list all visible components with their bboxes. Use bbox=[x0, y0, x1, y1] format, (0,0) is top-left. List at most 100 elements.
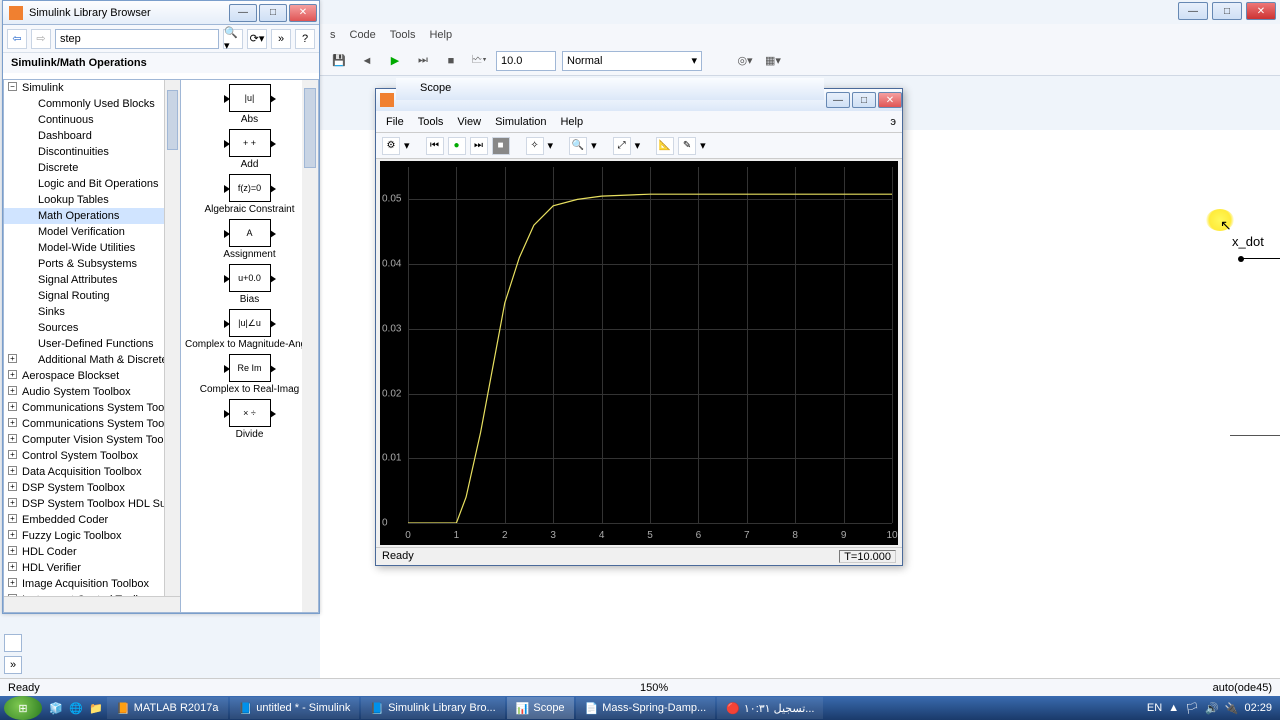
lib-title-bar[interactable]: Simulink Library Browser — □ ✕ bbox=[3, 1, 319, 25]
tray-icon[interactable]: 🔌 bbox=[1225, 702, 1239, 715]
close-button[interactable]: ✕ bbox=[289, 4, 317, 22]
system-tray[interactable]: EN ▲ 🏳 🔊 🔌 02:29 bbox=[1147, 702, 1280, 715]
close-button[interactable]: ✕ bbox=[878, 92, 902, 108]
forward-button[interactable]: ⇨ bbox=[31, 29, 51, 49]
menu-item[interactable]: s bbox=[330, 29, 336, 41]
lib-blocks-pane[interactable]: |u|Abs+ +Addf(z)=0Algebraic ConstraintAA… bbox=[181, 79, 319, 613]
minimize-button[interactable]: — bbox=[826, 92, 850, 108]
tree-item[interactable]: −Simulink bbox=[4, 80, 180, 96]
library-block[interactable]: Re ImComplex to Real-Imag bbox=[181, 354, 318, 395]
start-button[interactable]: ⊞ bbox=[4, 696, 42, 720]
pinned-icon[interactable]: 📁 bbox=[86, 698, 106, 718]
tree-item[interactable]: Dashboard bbox=[4, 128, 180, 144]
step-back-icon[interactable]: ⏮ bbox=[426, 137, 444, 155]
tree-item[interactable]: Sinks bbox=[4, 304, 180, 320]
refresh-icon[interactable]: ⟳▾ bbox=[247, 29, 267, 49]
settings-icon[interactable]: ⚙ bbox=[382, 137, 400, 155]
tray-icon[interactable]: 🏳 bbox=[1185, 702, 1199, 715]
run-icon[interactable]: ● bbox=[448, 137, 466, 155]
more-icon[interactable]: » bbox=[271, 29, 291, 49]
taskbar-item[interactable]: 📘untitled * - Simulink bbox=[230, 697, 360, 719]
save-icon[interactable]: 💾 bbox=[328, 50, 350, 72]
tree-item[interactable]: Signal Routing bbox=[4, 288, 180, 304]
taskbar-item[interactable]: 📘Simulink Library Bro... bbox=[361, 697, 504, 719]
pinned-icon[interactable]: 🧊 bbox=[46, 698, 66, 718]
tree-item[interactable]: +Aerospace Blockset bbox=[4, 368, 180, 384]
tree-item[interactable]: +Fuzzy Logic Toolbox bbox=[4, 528, 180, 544]
minimize-button[interactable]: — bbox=[229, 4, 257, 22]
search-input[interactable] bbox=[55, 29, 219, 49]
panel-icon[interactable] bbox=[4, 634, 22, 652]
tree-item[interactable]: Discontinuities bbox=[4, 144, 180, 160]
tree-item[interactable]: +HDL Coder bbox=[4, 544, 180, 560]
h-scrollbar[interactable] bbox=[4, 596, 180, 612]
library-block[interactable]: |u|∠uComplex to Magnitude-Angle bbox=[181, 309, 318, 350]
chevron-icon[interactable]: э bbox=[890, 116, 896, 128]
menu-item[interactable]: File bbox=[386, 116, 404, 128]
tree-item[interactable]: Ports & Subsystems bbox=[4, 256, 180, 272]
highlight-icon[interactable]: ✧ bbox=[526, 137, 544, 155]
scope-title-bar[interactable]: Scope — □ ✕ bbox=[376, 89, 902, 111]
autoscale-icon[interactable]: ⤢ bbox=[613, 137, 631, 155]
tree-item[interactable]: Sources bbox=[4, 320, 180, 336]
taskbar-item[interactable]: 📊Scope bbox=[507, 697, 574, 719]
stop-icon[interactable]: ■ bbox=[440, 50, 462, 72]
search-button[interactable]: 🔍▾ bbox=[223, 29, 243, 49]
menu-item[interactable]: Help bbox=[429, 29, 452, 41]
minimize-button[interactable]: — bbox=[1178, 2, 1208, 20]
taskbar-item[interactable]: 📄Mass-Spring-Damp... bbox=[576, 697, 716, 719]
help-icon[interactable]: ? bbox=[295, 29, 315, 49]
step-fwd-icon[interactable]: ⏭ bbox=[412, 50, 434, 72]
tree-item[interactable]: Signal Attributes bbox=[4, 272, 180, 288]
tree-item[interactable]: User-Defined Functions bbox=[4, 336, 180, 352]
library-block[interactable]: × ÷Divide bbox=[181, 399, 318, 440]
back-icon[interactable]: ◄ bbox=[356, 50, 378, 72]
tree-item[interactable]: Discrete bbox=[4, 160, 180, 176]
menu-item[interactable]: Tools bbox=[418, 116, 444, 128]
tree-item[interactable]: +Audio System Toolbox bbox=[4, 384, 180, 400]
library-block[interactable]: f(z)=0Algebraic Constraint bbox=[181, 174, 318, 215]
pinned-icon[interactable]: 🌐 bbox=[66, 698, 86, 718]
taskbar-item[interactable]: 📙MATLAB R2017a bbox=[107, 697, 228, 719]
tree-item[interactable]: +Communications System Toolb bbox=[4, 416, 180, 432]
tree-item[interactable]: +Embedded Coder bbox=[4, 512, 180, 528]
target-icon[interactable]: ◎▾ bbox=[734, 50, 756, 72]
stop-time-field[interactable] bbox=[496, 51, 556, 71]
tree-item[interactable]: Logic and Bit Operations bbox=[4, 176, 180, 192]
library-block[interactable]: |u|Abs bbox=[181, 84, 318, 125]
tree-item[interactable]: +Control System Toolbox bbox=[4, 448, 180, 464]
menu-item[interactable]: Tools bbox=[390, 29, 416, 41]
maximize-button[interactable]: □ bbox=[259, 4, 287, 22]
scrollbar[interactable] bbox=[302, 80, 318, 612]
maximize-button[interactable]: □ bbox=[1212, 2, 1242, 20]
taskbar-item[interactable]: 🔴تسجيل ١٠:٣١... bbox=[717, 697, 823, 719]
dropdown-icon[interactable]: 🗠▾ bbox=[468, 50, 490, 72]
tree-item[interactable]: Lookup Tables bbox=[4, 192, 180, 208]
tree-item[interactable]: +DSP System Toolbox bbox=[4, 480, 180, 496]
simulation-mode-select[interactable]: Normal▾ bbox=[562, 51, 702, 71]
scope-plot[interactable]: 01234567891000.010.020.030.040.05 bbox=[380, 161, 898, 545]
step-fwd-icon[interactable]: ⏭ bbox=[470, 137, 488, 155]
back-button[interactable]: ⇦ bbox=[7, 29, 27, 49]
scrollbar[interactable] bbox=[164, 80, 180, 612]
menu-item[interactable]: Simulation bbox=[495, 116, 546, 128]
tree-item[interactable]: +DSP System Toolbox HDL Sup bbox=[4, 496, 180, 512]
tree-item[interactable]: Math Operations bbox=[4, 208, 180, 224]
maximize-button[interactable]: □ bbox=[852, 92, 876, 108]
tray-icon[interactable]: 🔊 bbox=[1205, 702, 1219, 715]
library-block[interactable]: u+0.0Bias bbox=[181, 264, 318, 305]
tree-item[interactable]: +Image Acquisition Toolbox bbox=[4, 576, 180, 592]
tree-item[interactable]: Commonly Used Blocks bbox=[4, 96, 180, 112]
tree-item[interactable]: +Additional Math & Discrete bbox=[4, 352, 180, 368]
library-block[interactable]: + +Add bbox=[181, 129, 318, 170]
close-button[interactable]: ✕ bbox=[1246, 2, 1276, 20]
tree-item[interactable]: Model Verification bbox=[4, 224, 180, 240]
tree-item[interactable]: +HDL Verifier bbox=[4, 560, 180, 576]
menu-item[interactable]: Help bbox=[560, 116, 583, 128]
library-block[interactable]: AAssignment bbox=[181, 219, 318, 260]
menu-item[interactable]: Code bbox=[350, 29, 376, 41]
grid-icon[interactable]: ▦▾ bbox=[762, 50, 784, 72]
tree-item[interactable]: +Data Acquisition Toolbox bbox=[4, 464, 180, 480]
zoom-icon[interactable]: 🔍 bbox=[569, 137, 587, 155]
tree-item[interactable]: +Computer Vision System Toolb bbox=[4, 432, 180, 448]
